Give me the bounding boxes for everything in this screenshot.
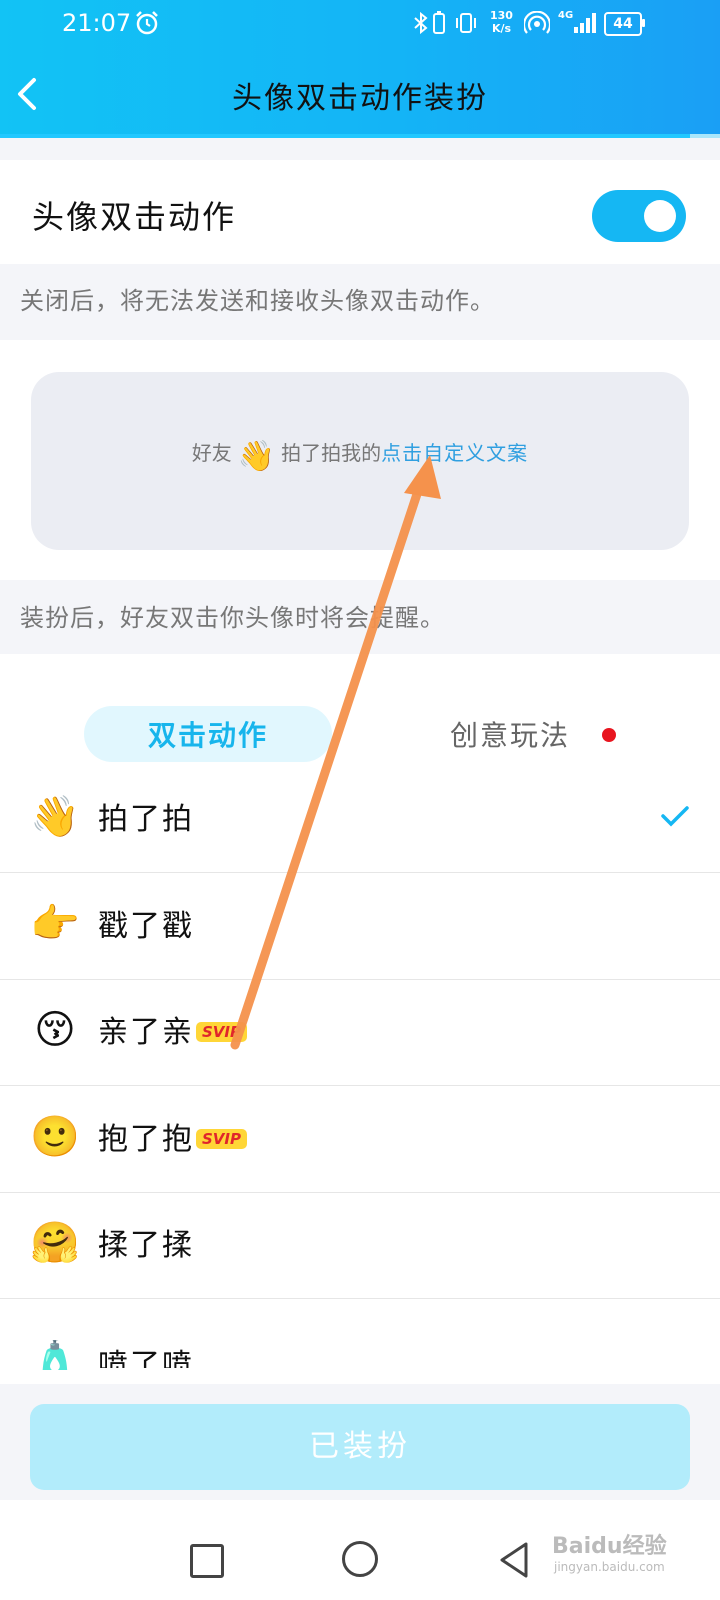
preview-prefix: 好友	[191, 441, 232, 465]
status-time: 21:07	[62, 9, 132, 37]
equipped-button[interactable]: 已装扮	[30, 1404, 690, 1490]
custom-text-link[interactable]: 点击自定义文案	[381, 441, 528, 465]
hugging-person-icon: 🙂	[30, 1114, 80, 1160]
action-label-text: 亲了亲	[98, 1015, 194, 1050]
network-speed: 130 K/s	[490, 9, 513, 35]
action-label-text: 喷了喷	[98, 1348, 194, 1368]
toggle-label: 头像双击动作	[32, 198, 237, 236]
status-bar: 21:07 130 K/s 4G 44	[0, 0, 720, 50]
tab-double-tap-action[interactable]: 双击动作	[84, 714, 332, 754]
hotspot-icon	[524, 11, 550, 34]
alarm-icon	[136, 11, 158, 35]
action-label-text: 拍了拍	[98, 802, 194, 837]
action-label-text: 揉了揉	[98, 1228, 194, 1263]
header-divider-end	[690, 134, 720, 138]
action-label: 戳了戳	[98, 901, 194, 945]
header-divider	[0, 134, 690, 138]
spray-bottle-icon: 🧴	[30, 1340, 80, 1370]
kissing-face-icon: 😚	[34, 1007, 76, 1053]
action-label: 喷了喷	[98, 1340, 194, 1368]
network-type-label: 4G	[558, 10, 574, 21]
action-label-text: 戳了戳	[98, 909, 194, 944]
new-badge-dot	[602, 728, 616, 742]
pointing-hand-icon: 👉	[30, 901, 80, 947]
preview-note: 装扮后，好友双击你头像时将会提醒。	[20, 604, 445, 632]
waving-hand-icon: 👋	[237, 439, 276, 474]
watermark-logo: Baidu经验	[552, 1534, 667, 1559]
bluetooth-icon	[414, 11, 428, 35]
toggle-note: 关闭后，将无法发送和接收头像双击动作。	[20, 287, 495, 315]
tab-creative-play[interactable]: 创意玩法	[450, 714, 570, 754]
battery-tip	[642, 19, 645, 27]
action-label: 抱了抱 SVIP	[98, 1114, 247, 1158]
recents-icon[interactable]	[190, 1544, 224, 1578]
action-label: 揉了揉	[98, 1220, 194, 1264]
action-label: 亲了亲 SVIP	[98, 1007, 247, 1051]
nav-back-icon[interactable]	[496, 1540, 532, 1580]
page-title: 头像双击动作装扮	[232, 81, 488, 116]
face-rub-icon: 🤗	[30, 1220, 80, 1266]
svip-badge: SVIP	[196, 1022, 247, 1042]
home-icon[interactable]	[342, 1541, 378, 1577]
action-label: 拍了拍	[98, 794, 194, 838]
action-label-text: 抱了抱	[98, 1122, 194, 1157]
signal-icon	[574, 13, 596, 33]
toggle-knob[interactable]	[644, 200, 676, 232]
battery-saver-icon	[433, 11, 445, 34]
watermark-url: jingyan.baidu.com	[554, 1560, 665, 1574]
vibrate-icon	[456, 13, 476, 33]
waving-hand-icon: 👋	[30, 794, 80, 840]
battery-icon: 44	[604, 12, 642, 36]
svip-badge: SVIP	[196, 1129, 247, 1149]
preview-text: 好友 👋 拍了拍我的点击自定义文案	[0, 437, 720, 474]
preview-action: 拍了拍我的	[281, 441, 382, 465]
selected-check-icon	[661, 806, 689, 827]
